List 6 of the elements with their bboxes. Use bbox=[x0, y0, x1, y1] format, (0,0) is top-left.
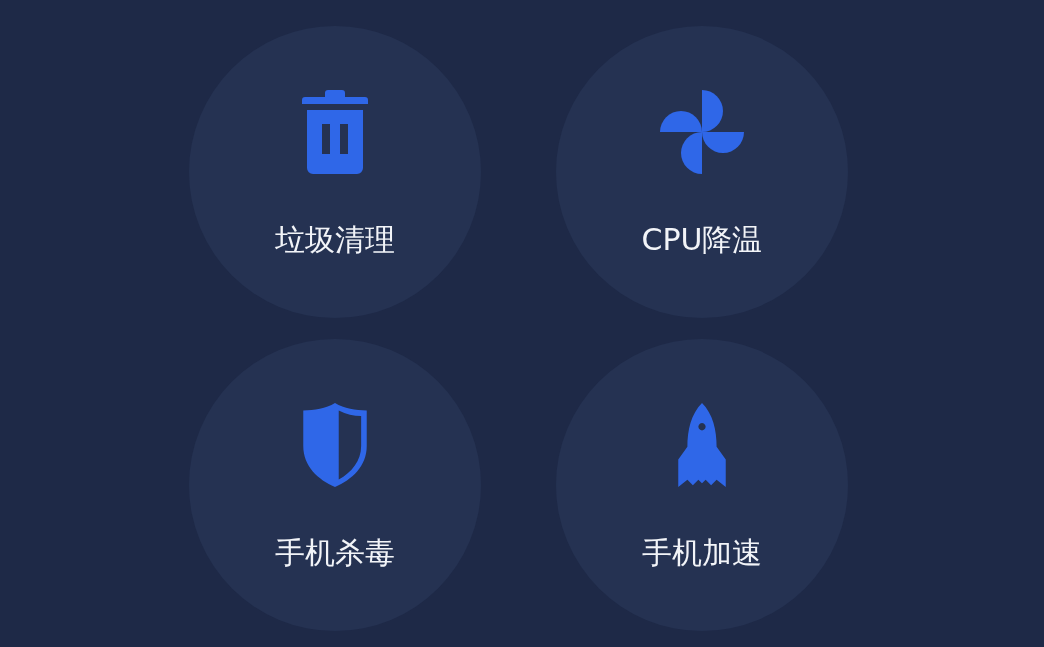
trash-icon bbox=[302, 90, 368, 174]
fan-icon bbox=[660, 90, 744, 174]
tool-button[interactable]: 手机杀毒 bbox=[189, 339, 481, 631]
tool-button[interactable]: 手机加速 bbox=[556, 339, 848, 631]
tool-button[interactable]: CPU降温 bbox=[556, 26, 848, 318]
tool-button[interactable]: 垃圾清理 bbox=[189, 26, 481, 318]
